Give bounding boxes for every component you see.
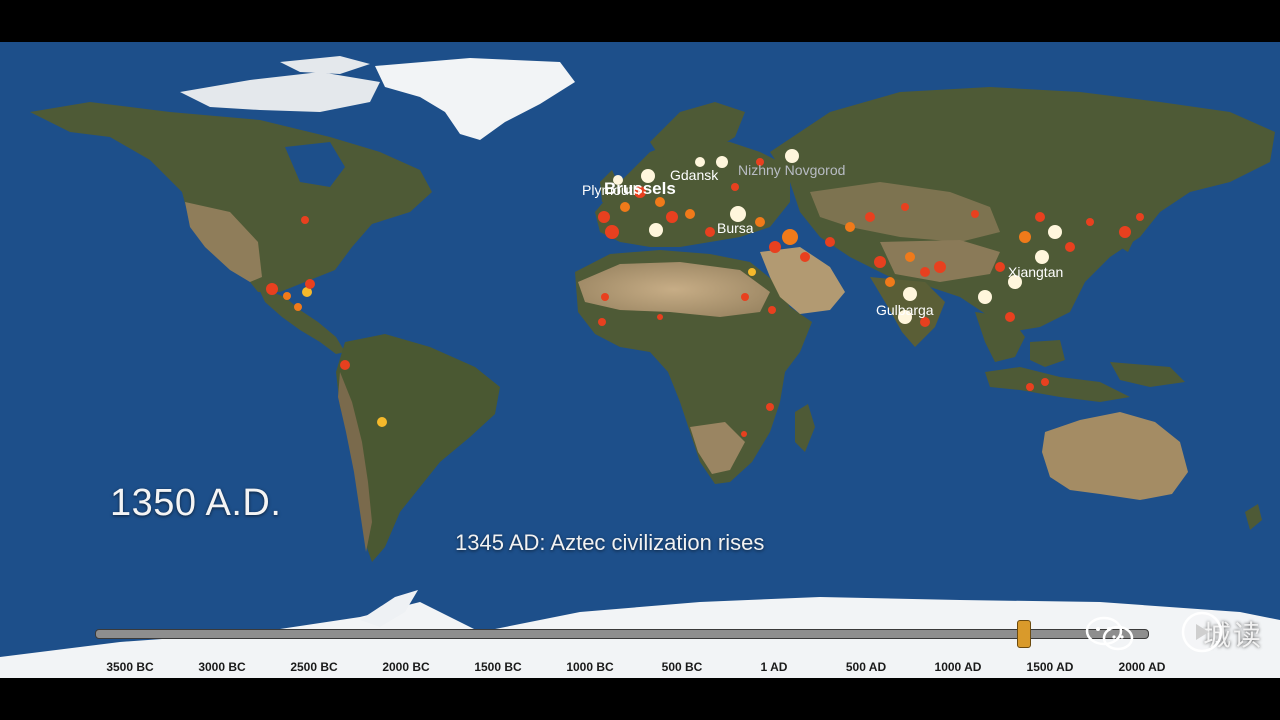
indonesia	[985, 367, 1130, 402]
city-dot	[377, 417, 387, 427]
city-label-gdansk: Gdansk	[670, 167, 719, 183]
replay-icon[interactable]	[1180, 610, 1224, 654]
city-dot	[305, 279, 315, 289]
city-dot	[995, 262, 1005, 272]
city-dot	[666, 211, 678, 223]
timeline-tick-label: 500 AD	[845, 660, 887, 674]
city-dot	[785, 149, 799, 163]
city-dot	[1048, 225, 1062, 239]
city-dot	[934, 261, 946, 273]
city-dot	[920, 317, 930, 327]
world-map-canvas: Gdansk Brussels Plymouth Nizhny Novgorod…	[0, 56, 1280, 678]
timeline-tick-label: 1000 AD	[934, 660, 982, 674]
city-dot	[685, 209, 695, 219]
city-dot	[657, 314, 663, 320]
city-label-plymouth: Plymouth	[582, 182, 640, 198]
city-dot	[1086, 218, 1094, 226]
city-dot	[655, 197, 665, 207]
city-dot	[1019, 231, 1031, 243]
timeline-tick-label: 500 BC	[661, 660, 703, 674]
timeline-tick-label: 2500 BC	[290, 660, 338, 674]
wechat-icon	[1085, 616, 1134, 651]
new-guinea	[1110, 362, 1185, 387]
city-dot	[782, 229, 798, 245]
city-dot	[598, 211, 610, 223]
city-dot	[695, 157, 705, 167]
current-year-label: 1350 A.D.	[110, 482, 282, 524]
city-label-xiangtan: Xiangtan	[1008, 264, 1063, 280]
city-dot	[874, 256, 886, 268]
city-dot	[920, 267, 930, 277]
city-dot	[1026, 383, 1034, 391]
city-label-nizhny-novgorod: Nizhny Novgorod	[738, 162, 845, 178]
city-dot	[971, 210, 979, 218]
video-frame: Gdansk Brussels Plymouth Nizhny Novgorod…	[0, 0, 1280, 720]
greenland	[375, 58, 575, 140]
timeline-handle[interactable]	[1017, 620, 1032, 648]
city-dot	[1041, 378, 1049, 386]
city-dot	[1136, 213, 1144, 221]
city-dot	[294, 303, 302, 311]
watermark: 城读	[1085, 614, 1263, 654]
city-dot	[601, 293, 609, 301]
city-dot	[705, 227, 715, 237]
city-label-gulbarga: Gulbarga	[876, 302, 934, 318]
city-dot	[1035, 212, 1045, 222]
arctic-islands	[180, 72, 380, 112]
city-dot	[605, 225, 619, 239]
city-dot	[1005, 312, 1015, 322]
timeline-tick-label: 3000 BC	[198, 660, 246, 674]
timeline-tick-label: 2000 AD	[1118, 660, 1166, 674]
city-dot	[885, 277, 895, 287]
city-dot	[978, 290, 992, 304]
city-dot	[766, 403, 774, 411]
world-map: Gdansk Brussels Plymouth Nizhny Novgorod…	[0, 42, 1280, 678]
city-dot	[649, 223, 663, 237]
city-dot	[748, 268, 756, 276]
city-dot	[901, 203, 909, 211]
city-dot	[266, 283, 278, 295]
timeline-tick-label: 1000 BC	[566, 660, 614, 674]
borneo	[1030, 340, 1065, 367]
timeline-tick-label: 3500 BC	[106, 660, 154, 674]
timeline-tick-label: 1500 BC	[474, 660, 522, 674]
arctic-islands-2	[280, 56, 370, 74]
city-dot	[1119, 226, 1131, 238]
city-dot	[825, 237, 835, 247]
city-dot	[741, 293, 749, 301]
timeline-ticks: 3500 BC 3000 BC 2500 BC 2000 BC 1500 BC 1000 …	[90, 660, 1190, 678]
timeline-tick-label: 2000 BC	[382, 660, 430, 674]
city-dot	[800, 252, 810, 262]
city-dot	[865, 212, 875, 222]
central-america	[258, 287, 345, 354]
city-dot	[905, 252, 915, 262]
city-dot	[301, 216, 309, 224]
australia	[1042, 412, 1188, 500]
city-dot	[283, 292, 291, 300]
city-dot	[340, 360, 350, 370]
city-dot	[845, 222, 855, 232]
timeline-tick-label: 1 AD	[760, 660, 788, 674]
city-dot	[620, 202, 630, 212]
city-dot	[903, 287, 917, 301]
city-dot	[731, 183, 739, 191]
city-dot	[741, 431, 747, 437]
event-caption: 1345 AD: Aztec civilization rises	[455, 530, 765, 555]
timeline-tick-label: 1500 AD	[1026, 660, 1074, 674]
city-dot	[769, 241, 781, 253]
city-dot	[768, 306, 776, 314]
city-dot	[755, 217, 765, 227]
madagascar	[795, 404, 815, 452]
timeline-slider[interactable]	[95, 620, 1149, 648]
new-zealand	[1245, 504, 1262, 530]
city-dot	[598, 318, 606, 326]
city-label-bursa: Bursa	[717, 220, 754, 236]
city-dot	[1035, 250, 1049, 264]
city-dot	[1065, 242, 1075, 252]
